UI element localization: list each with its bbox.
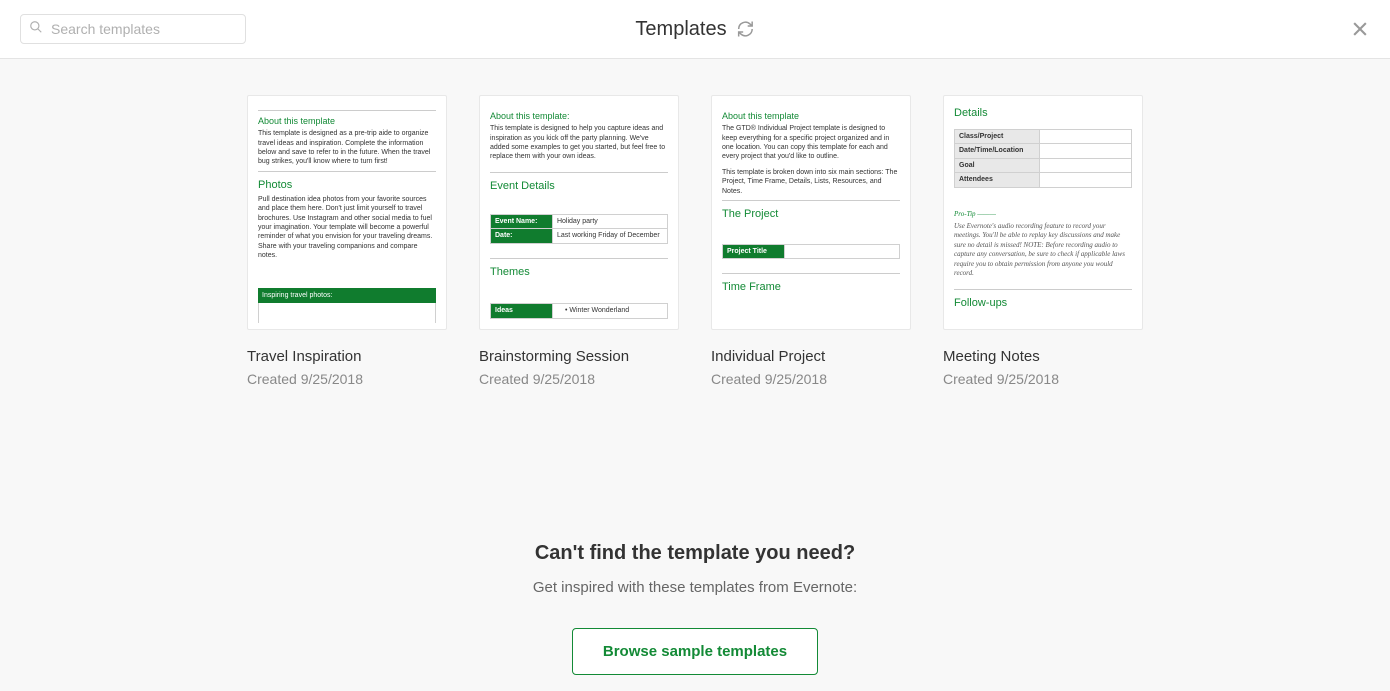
template-preview: About this template This template is des… <box>247 95 447 330</box>
template-preview: About this template: This template is de… <box>479 95 679 330</box>
preview-heading: About this template <box>722 110 900 122</box>
template-preview: Details Class/Project Date/Time/Location… <box>943 95 1143 330</box>
preview-bar: Inspiring travel photos: <box>258 288 436 303</box>
preview-value: Last working Friday of December <box>552 229 667 243</box>
preview-heading: Time Frame <box>722 280 900 295</box>
template-title: Travel Inspiration <box>247 348 447 365</box>
template-card[interactable]: About this template The GTD® Individual … <box>711 95 911 387</box>
preview-value: Holiday party <box>552 214 667 228</box>
page-title: Templates <box>635 18 726 41</box>
preview-heading: Themes <box>490 265 668 280</box>
close-button[interactable] <box>1350 19 1370 39</box>
preview-text: This template is designed to help you ca… <box>490 124 668 162</box>
template-preview: About this template The GTD® Individual … <box>711 95 911 330</box>
search-icon <box>29 20 43 39</box>
search-input[interactable] <box>51 21 237 37</box>
template-created: Created 9/25/2018 <box>479 371 679 387</box>
footer: Can't find the template you need? Get in… <box>0 542 1390 691</box>
template-created: Created 9/25/2018 <box>247 371 447 387</box>
preview-heading: Photos <box>258 178 436 193</box>
refresh-icon[interactable] <box>737 20 755 38</box>
preview-value: • Winter Wonderland <box>552 304 667 318</box>
preview-label: Goal <box>955 158 1040 172</box>
preview-heading: Follow-ups <box>954 296 1132 311</box>
preview-label: Date/Time/Location <box>955 144 1040 158</box>
preview-heading: The Project <box>722 207 900 222</box>
template-created: Created 9/25/2018 <box>711 371 911 387</box>
preview-text: Pull destination idea photos from your f… <box>258 195 436 261</box>
preview-label: Date: <box>491 229 553 243</box>
template-card[interactable]: About this template: This template is de… <box>479 95 679 387</box>
header: Templates <box>0 0 1390 59</box>
preview-text: This template is broken down into six ma… <box>722 168 900 196</box>
template-card[interactable]: About this template This template is des… <box>247 95 447 387</box>
preview-label: Attendees <box>955 173 1040 187</box>
preview-label: Project Title <box>723 245 785 259</box>
footer-subtext: Get inspired with these templates from E… <box>0 579 1390 596</box>
template-title: Meeting Notes <box>943 348 1143 365</box>
footer-heading: Can't find the template you need? <box>0 542 1390 565</box>
preview-text: The GTD® Individual Project template is … <box>722 124 900 162</box>
preview-label: Ideas <box>491 304 553 318</box>
preview-label: Class/Project <box>955 129 1040 143</box>
preview-heading: Event Details <box>490 179 668 194</box>
template-title: Individual Project <box>711 348 911 365</box>
preview-text: This template is designed as a pre-trip … <box>258 129 436 167</box>
preview-heading: Details <box>954 106 1132 121</box>
preview-protip-label: Pro-Tip ——— <box>954 210 1132 219</box>
preview-label: Event Name: <box>491 214 553 228</box>
template-created: Created 9/25/2018 <box>943 371 1143 387</box>
preview-heading: About this template: <box>490 110 668 122</box>
preview-text: Use Evernote's audio recording feature t… <box>954 222 1132 279</box>
preview-heading: About this template <box>258 115 436 127</box>
template-card[interactable]: Details Class/Project Date/Time/Location… <box>943 95 1143 387</box>
templates-grid: About this template This template is des… <box>40 95 1350 387</box>
template-title: Brainstorming Session <box>479 348 679 365</box>
browse-templates-button[interactable]: Browse sample templates <box>572 628 818 675</box>
search-container[interactable] <box>20 14 246 44</box>
